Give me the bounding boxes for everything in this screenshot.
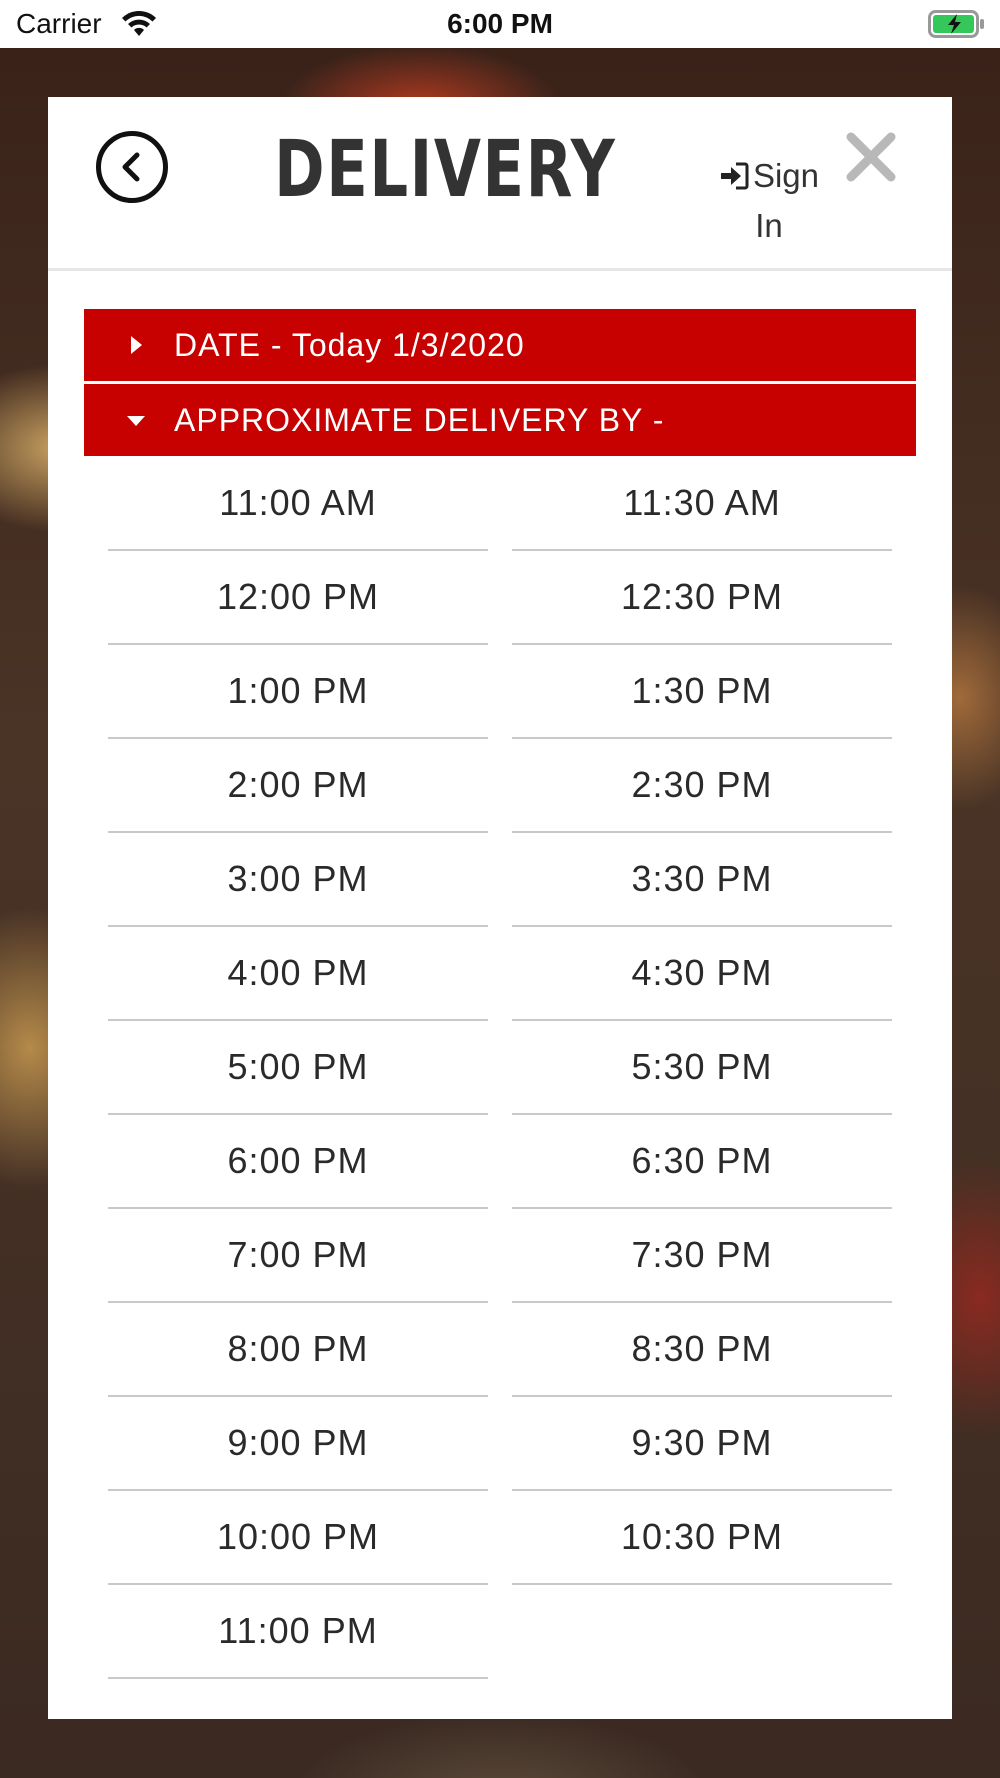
sign-in-label: Sign In — [752, 157, 820, 244]
time-slot-option[interactable]: 7:30 PM — [512, 1209, 892, 1303]
time-slot-option[interactable]: 2:30 PM — [512, 739, 892, 833]
time-slot-option[interactable]: 5:00 PM — [108, 1021, 488, 1115]
time-slot-option[interactable]: 8:00 PM — [108, 1303, 488, 1397]
time-slot-option[interactable]: 1:30 PM — [512, 645, 892, 739]
delivery-time-accordion-header[interactable]: APPROXIMATE DELIVERY BY - — [84, 384, 916, 456]
status-time: 6:00 PM — [447, 8, 553, 39]
time-slot-option[interactable]: 9:30 PM — [512, 1397, 892, 1491]
time-slot-option[interactable]: 6:30 PM — [512, 1115, 892, 1209]
status-bar: Carrier 6:00 PM — [0, 0, 1000, 48]
time-slot-option[interactable]: 10:00 PM — [108, 1491, 488, 1585]
date-accordion-header[interactable]: DATE - Today 1/3/2020 — [84, 309, 916, 381]
caret-right-icon — [84, 334, 174, 356]
time-slot-option[interactable]: 2:00 PM — [108, 739, 488, 833]
close-icon[interactable] — [845, 131, 897, 183]
time-slot-option[interactable]: 3:30 PM — [512, 833, 892, 927]
date-label: DATE - Today 1/3/2020 — [174, 326, 525, 363]
delivery-modal: DELIVERY Sign In DATE - Today 1/3/2020 A… — [48, 97, 952, 1719]
time-slot-option[interactable]: 6:00 PM — [108, 1115, 488, 1209]
caret-down-icon — [84, 409, 174, 431]
sign-in-link[interactable]: Sign In — [714, 151, 824, 251]
time-slot-option[interactable]: 1:00 PM — [108, 645, 488, 739]
time-slot-option[interactable]: 5:30 PM — [512, 1021, 892, 1115]
modal-header: DELIVERY Sign In — [48, 97, 952, 271]
time-slot-option[interactable]: 12:00 PM — [108, 551, 488, 645]
time-slot-option[interactable]: 11:00 AM — [108, 457, 488, 551]
time-slot-option[interactable]: 12:30 PM — [512, 551, 892, 645]
battery-charging-icon — [928, 10, 984, 38]
modal-title: DELIVERY — [274, 125, 617, 215]
time-slot-option[interactable]: 3:00 PM — [108, 833, 488, 927]
time-slot-option[interactable]: 8:30 PM — [512, 1303, 892, 1397]
time-slot-option[interactable]: 11:30 AM — [512, 457, 892, 551]
delivery-time-label: APPROXIMATE DELIVERY BY - — [174, 401, 665, 438]
sign-in-icon — [720, 162, 749, 190]
time-slot-option[interactable]: 11:00 PM — [108, 1585, 488, 1679]
time-slot-option[interactable]: 4:00 PM — [108, 927, 488, 1021]
time-slot-option[interactable]: 7:00 PM — [108, 1209, 488, 1303]
time-slot-option[interactable]: 4:30 PM — [512, 927, 892, 1021]
time-slot-option[interactable]: 9:00 PM — [108, 1397, 488, 1491]
time-slot-option[interactable]: 10:30 PM — [512, 1491, 892, 1585]
